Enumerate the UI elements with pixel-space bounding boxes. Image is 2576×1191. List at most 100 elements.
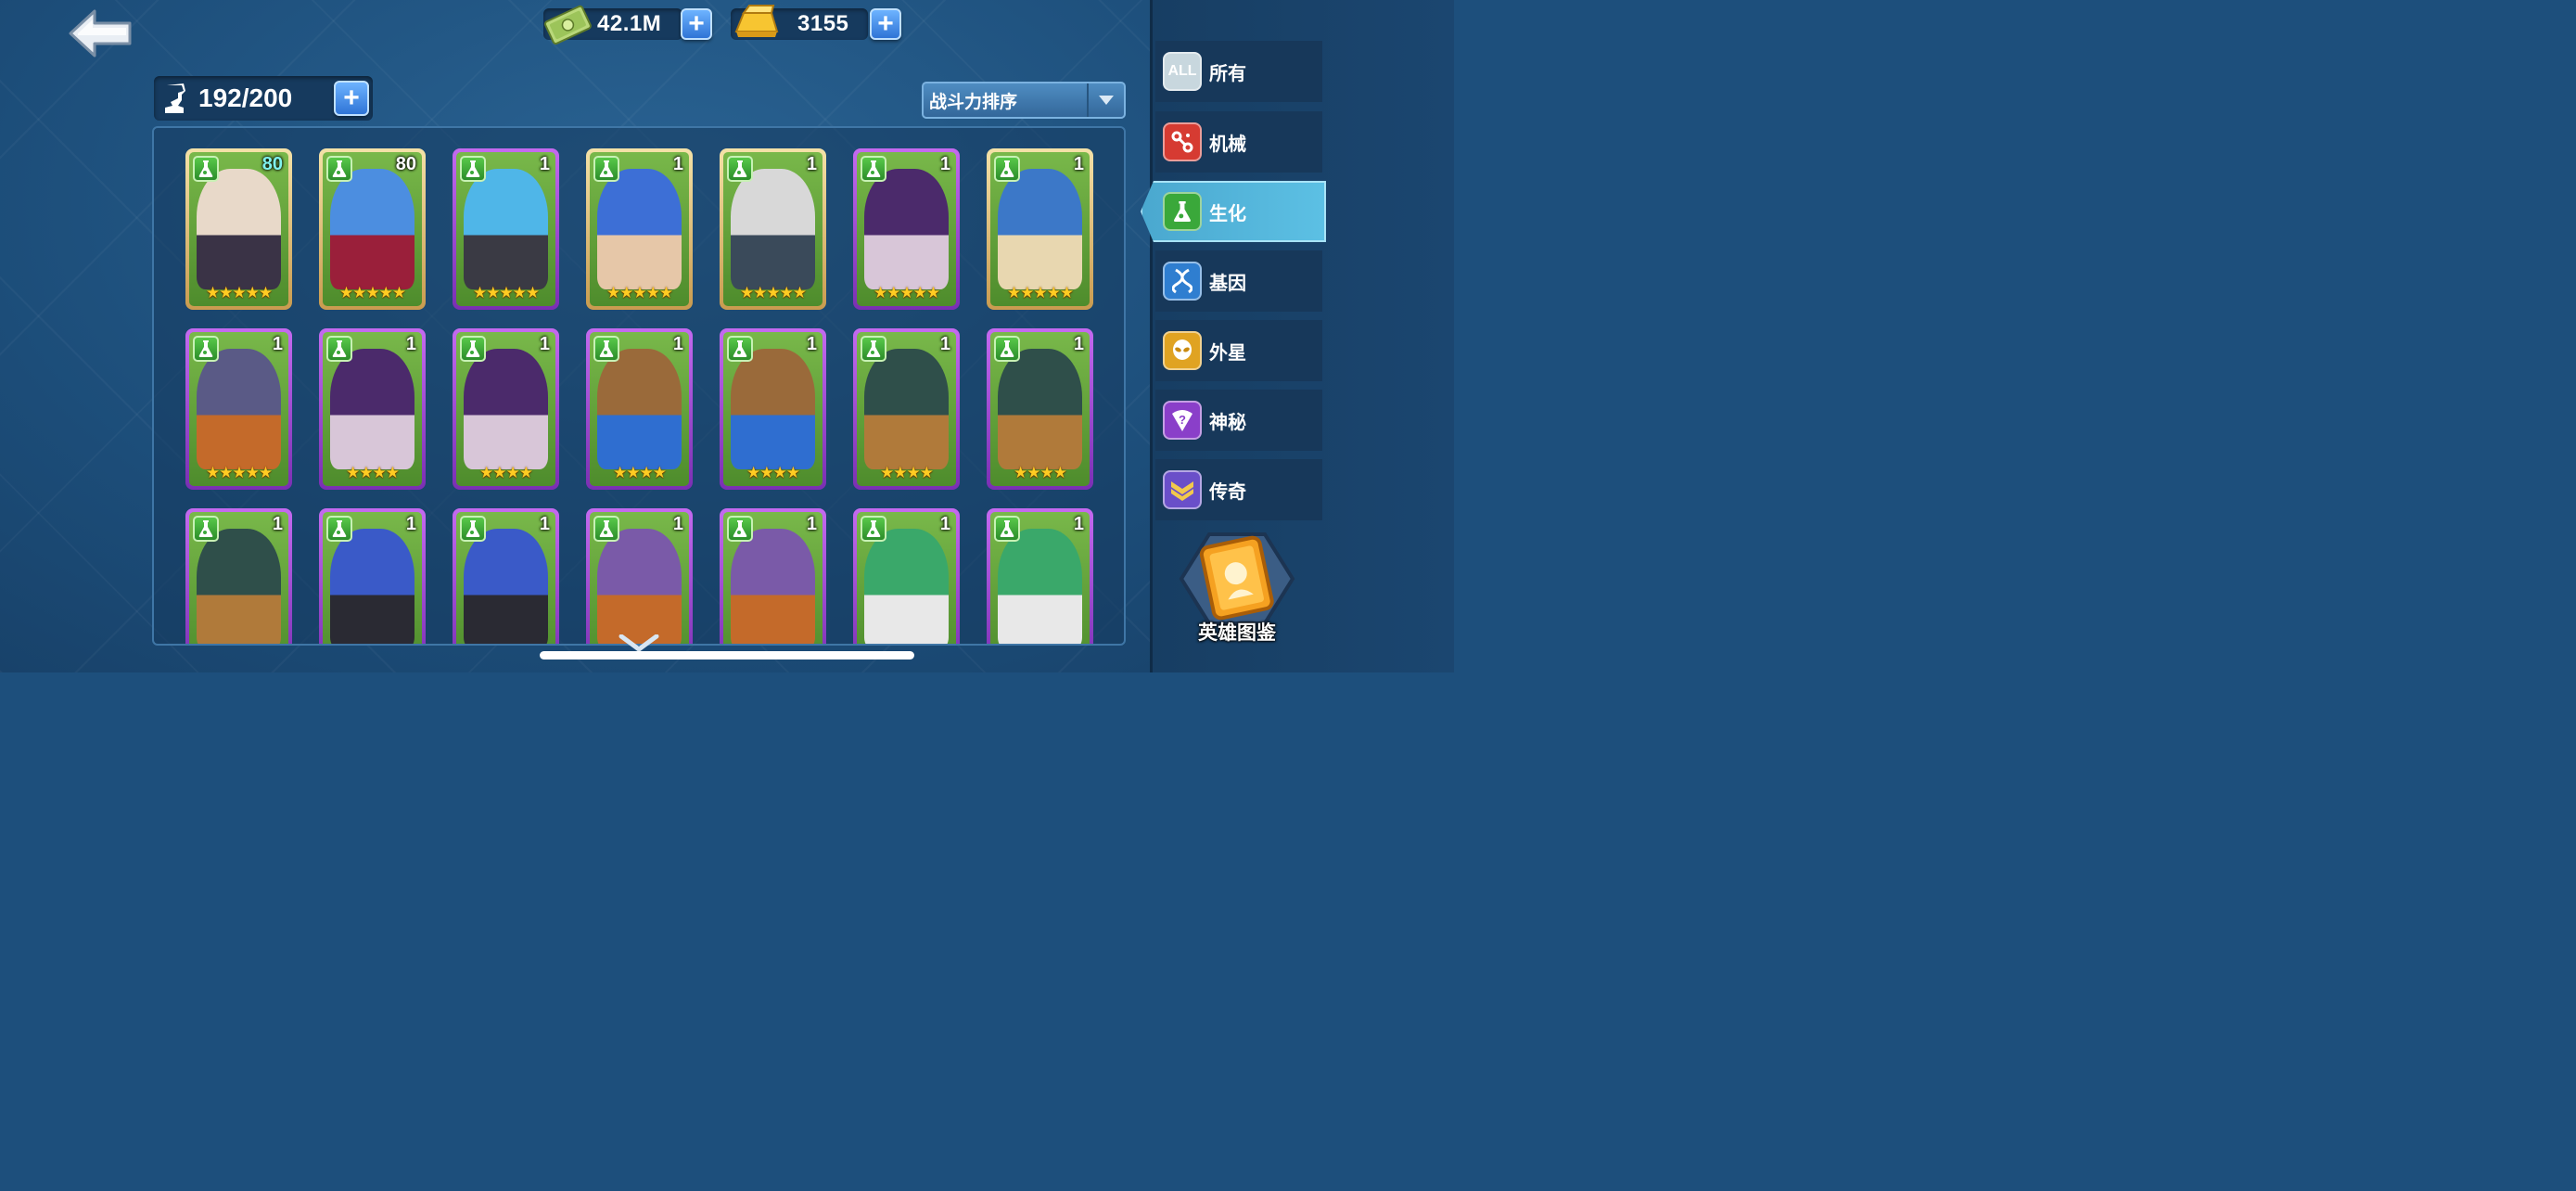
star-icon: ★: [925, 284, 940, 301]
hero-card-body: 1: [723, 512, 823, 644]
star-icon: ★: [258, 284, 273, 301]
hero-card-body: 1 ★★★★: [990, 332, 1090, 486]
add-gold-button[interactable]: +: [870, 8, 901, 40]
hero-card[interactable]: 1: [853, 508, 960, 644]
hero-card[interactable]: 1 ★★★★★: [987, 148, 1093, 310]
hero-card-body: 1: [590, 512, 689, 644]
add-cash-button[interactable]: +: [681, 8, 712, 40]
hero-portrait: [731, 529, 815, 644]
flask-icon: [727, 336, 753, 362]
hero-card[interactable]: 1 ★★★★: [720, 328, 826, 490]
star-icon: ★: [232, 464, 246, 481]
hero-book-icon: [1179, 532, 1295, 625]
hero-card-body: 1: [456, 512, 555, 644]
hero-portrait: [464, 349, 548, 469]
hero-level: 1: [272, 334, 283, 354]
hero-level: 1: [806, 334, 817, 354]
star-icon: ★: [658, 284, 673, 301]
hero-card[interactable]: 1: [987, 508, 1093, 644]
star-icon: ★: [606, 284, 620, 301]
category-tab-legend[interactable]: 传奇: [1155, 459, 1322, 520]
hero-card[interactable]: 1 ★★★★: [319, 328, 426, 490]
hero-level: 1: [806, 154, 817, 174]
star-icon: ★: [245, 464, 260, 481]
star-icon: ★: [619, 284, 633, 301]
star-icon: ★: [880, 464, 894, 481]
hero-portrait: [597, 529, 682, 644]
hero-card[interactable]: 1: [185, 508, 292, 644]
cash-display: 42.1M +: [543, 5, 712, 45]
star-icon: ★: [346, 464, 360, 481]
star-icon: ★: [1020, 284, 1034, 301]
hero-level: 1: [272, 514, 283, 534]
hero-card[interactable]: 1 ★★★★: [586, 328, 693, 490]
gold-amount: 3155: [797, 11, 849, 36]
category-tab-mechanical[interactable]: 机械: [1155, 111, 1322, 173]
hero-star-rating: ★★★★★: [189, 284, 288, 302]
hero-grid-panel[interactable]: 80 ★★★★★ 80 ★★★★★ 1 ★★★★★ 1 ★★★★★ 1 ★★★★★ 1 ★★★★★ 1 ★…: [152, 126, 1126, 646]
flask-icon: [994, 156, 1020, 182]
star-icon: ★: [219, 284, 233, 301]
star-icon: ★: [785, 464, 800, 481]
hero-card[interactable]: 80 ★★★★★: [185, 148, 292, 310]
star-icon: ★: [626, 464, 640, 481]
category-label: 传奇: [1209, 481, 1246, 503]
mystery-icon: ?: [1163, 401, 1202, 440]
back-arrow-icon: [69, 9, 132, 58]
hero-card[interactable]: 1 ★★★★: [453, 328, 559, 490]
hero-card-body: 1 ★★★★★: [990, 152, 1090, 306]
hero-card[interactable]: 1: [720, 508, 826, 644]
hero-card[interactable]: 1 ★★★★: [853, 328, 960, 490]
star-icon: ★: [746, 464, 760, 481]
star-icon: ★: [919, 464, 934, 481]
hero-card-body: 1 ★★★★★: [723, 152, 823, 306]
star-icon: ★: [205, 284, 220, 301]
expand-capacity-button[interactable]: +: [334, 81, 369, 116]
mechanical-icon: [1163, 122, 1202, 161]
hero-card-body: 1 ★★★★★: [189, 332, 288, 486]
hero-portrait: [597, 169, 682, 289]
hero-card[interactable]: 1 ★★★★★: [720, 148, 826, 310]
category-tab-alien[interactable]: 外星: [1155, 320, 1322, 381]
category-tab-mystery[interactable]: ? 神秘: [1155, 390, 1322, 451]
flask-icon: [193, 336, 219, 362]
home-indicator: [540, 651, 914, 660]
hero-card[interactable]: 1 ★★★★★: [853, 148, 960, 310]
hero-collection-button[interactable]: 英雄图鉴: [1174, 527, 1300, 647]
star-icon: ★: [372, 464, 387, 481]
star-icon: ★: [365, 284, 379, 301]
hero-level: 80: [395, 154, 416, 174]
flask-icon: [861, 336, 886, 362]
category-tab-flask[interactable]: 生化: [1141, 181, 1326, 242]
flask-icon: [727, 516, 753, 542]
star-icon: ★: [739, 284, 754, 301]
hero-card-body: 1 ★★★★★: [456, 152, 555, 306]
flask-icon: [326, 516, 352, 542]
star-icon: ★: [753, 284, 767, 301]
star-icon: ★: [245, 284, 260, 301]
hero-card[interactable]: 1 ★★★★: [987, 328, 1093, 490]
star-icon: ★: [1014, 464, 1027, 481]
hero-level: 1: [939, 334, 950, 354]
hero-card[interactable]: 1: [453, 508, 559, 644]
hero-card[interactable]: 1: [586, 508, 693, 644]
hero-card[interactable]: 1 ★★★★★: [586, 148, 693, 310]
hero-portrait: [197, 349, 281, 469]
star-icon: ★: [1033, 284, 1047, 301]
back-button[interactable]: [67, 7, 134, 59]
hero-card[interactable]: 1 ★★★★★: [185, 328, 292, 490]
hero-level: 1: [672, 514, 683, 534]
sort-dropdown[interactable]: 战斗力排序: [922, 82, 1126, 119]
hero-capacity: 192/200 +: [154, 76, 373, 121]
hero-star-rating: ★★★★★: [990, 284, 1090, 302]
hero-card[interactable]: 80 ★★★★★: [319, 148, 426, 310]
flask-icon: [593, 156, 619, 182]
category-tab-all[interactable]: ALL 所有: [1155, 41, 1322, 102]
hero-card[interactable]: 1 ★★★★★: [453, 148, 559, 310]
alien-icon: [1163, 331, 1202, 370]
star-icon: ★: [1039, 464, 1054, 481]
hero-card[interactable]: 1: [319, 508, 426, 644]
cash-amount: 42.1M: [597, 11, 662, 36]
scroll-down-chevron-icon[interactable]: [618, 634, 660, 653]
category-tab-dna[interactable]: 基因: [1155, 250, 1322, 312]
